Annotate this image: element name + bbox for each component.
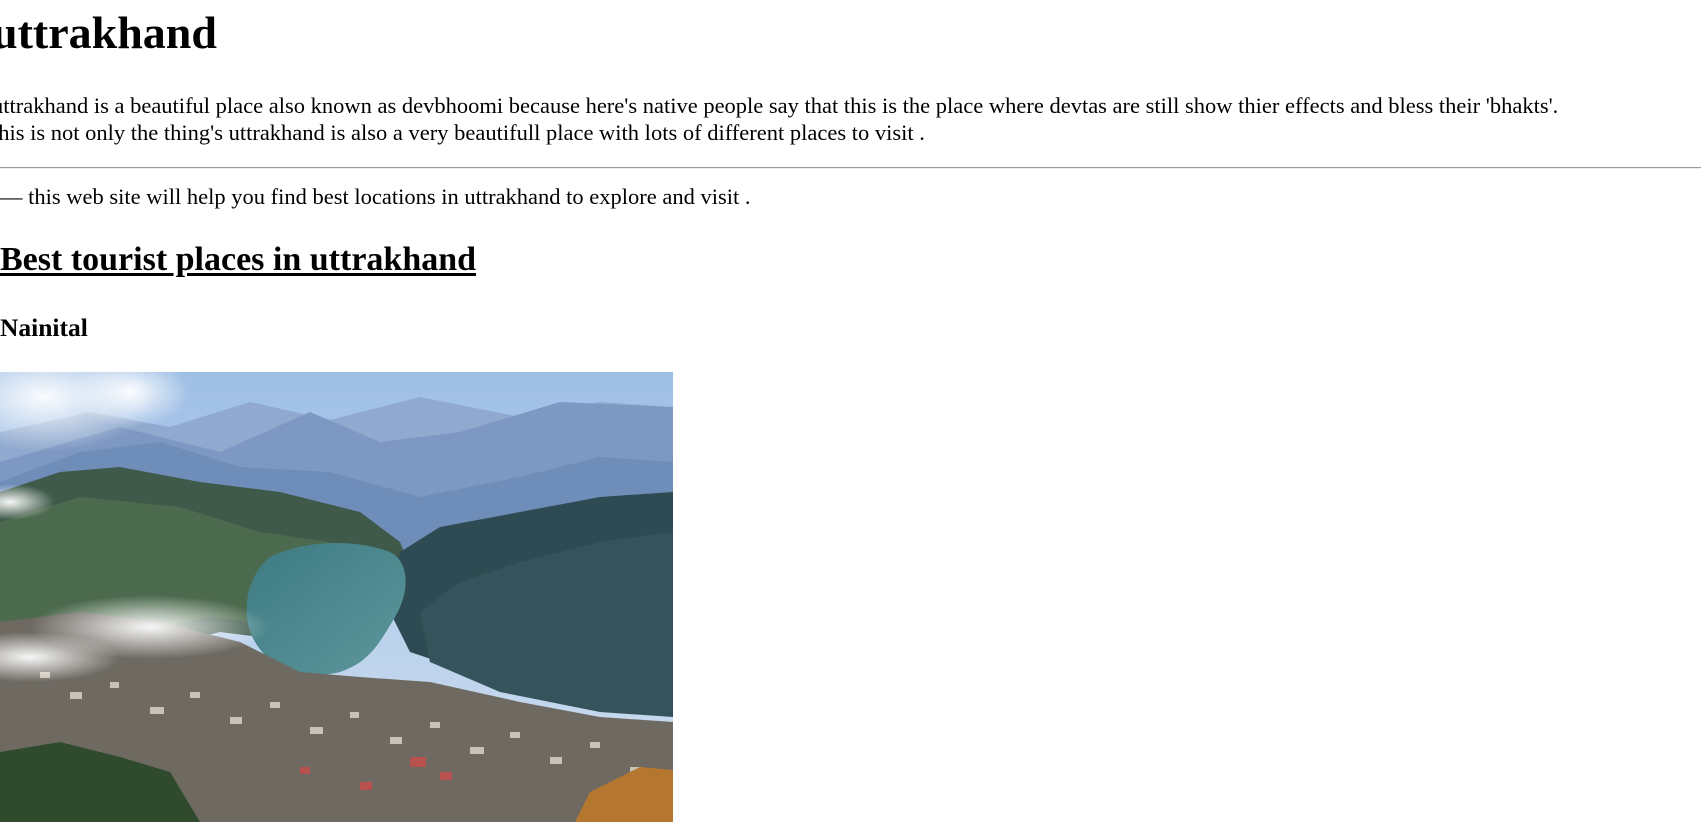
page-title: uttrakhand	[0, 7, 217, 58]
divider	[0, 167, 1701, 169]
intro-paragraph: uttrakhand is a beautiful place also kno…	[0, 92, 1701, 146]
place-title-nainital: Nainital	[0, 313, 88, 342]
place-image-nainital	[0, 372, 673, 822]
intro-line: this is not only the thing's uttrakhand …	[0, 120, 925, 145]
nainital-photo	[0, 372, 673, 822]
section-heading: Best tourist places in uttrakhand	[0, 241, 477, 278]
intro-line: uttrakhand is a beautiful place also kno…	[0, 93, 1559, 118]
tagline: — this web site will help you find best …	[0, 184, 751, 209]
